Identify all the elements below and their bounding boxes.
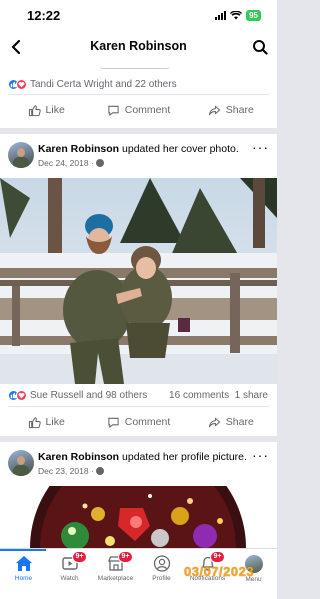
tab-profile-label: Profile [152, 575, 171, 582]
share-label: Share [225, 104, 254, 116]
reaction-icons [8, 78, 27, 90]
active-tab-indicator [0, 549, 46, 551]
globe-icon [95, 159, 104, 167]
status-time: 12:22 [27, 8, 61, 23]
reaction-names: Tandi Certa Wright and 22 others [30, 78, 177, 90]
post-card: Karen Robinson updated her profile pictu… [0, 442, 277, 548]
reaction-names: Sue Russell and 98 others [30, 389, 148, 401]
like-button[interactable]: Like [0, 104, 92, 117]
status-icons: 95 [215, 10, 261, 21]
post-date-text: Dec 24, 2018 · [38, 158, 94, 168]
like-label: Like [45, 416, 65, 428]
winter-family-photo [0, 178, 277, 384]
reaction-summary[interactable]: Tandi Certa Wright and 22 others [0, 74, 277, 94]
action-row: Like Comment Share [0, 95, 277, 125]
profile-picture[interactable] [0, 486, 277, 548]
action-row: Like Comment Share [0, 407, 277, 437]
share-button[interactable]: Share [185, 104, 277, 117]
post-action-text: updated her cover photo. [119, 143, 239, 155]
post-author[interactable]: Karen Robinson [38, 451, 119, 463]
thumbs-up-icon [28, 416, 41, 428]
more-options-icon[interactable]: ··· [252, 448, 269, 462]
avatar[interactable] [8, 142, 34, 168]
tab-marketplace-label: Marketplace [97, 575, 134, 582]
previous-post-card: Tandi Certa Wright and 22 others Like Co… [0, 66, 277, 128]
comment-icon [108, 105, 119, 116]
more-options-icon[interactable]: ··· [252, 140, 269, 154]
post-card: Karen Robinson updated her cover photo. … [0, 134, 277, 436]
share-button[interactable]: Share [185, 416, 277, 429]
comment-button[interactable]: Comment [92, 104, 184, 117]
comment-label: Comment [124, 104, 171, 116]
share-count[interactable]: 1 share [235, 390, 268, 401]
home-icon [15, 556, 32, 571]
love-reaction-icon [16, 78, 27, 90]
avatar[interactable] [8, 450, 34, 476]
watch-badge: 9+ [71, 551, 88, 563]
post-date[interactable]: Dec 24, 2018 · [38, 158, 104, 168]
comment-icon [108, 417, 119, 428]
reaction-icons [8, 389, 27, 401]
globe-icon [95, 467, 104, 475]
post-date[interactable]: Dec 23, 2018 · [38, 466, 104, 476]
page-title: Karen Robinson [90, 39, 187, 53]
post-title: Karen Robinson updated her profile pictu… [38, 451, 247, 463]
notifications-badge: 9+ [209, 551, 226, 563]
battery-indicator: 95 [246, 10, 261, 21]
tab-home-label: Home [14, 575, 33, 582]
share-icon [208, 105, 220, 115]
signal-icon [215, 11, 227, 20]
reaction-summary[interactable]: Sue Russell and 98 others 16 comments 1 … [0, 384, 277, 406]
profile-icon [153, 555, 170, 572]
watch-icon-wrap: 9+ [61, 551, 88, 572]
search-icon[interactable] [252, 38, 268, 56]
wifi-icon [230, 11, 243, 20]
share-icon [208, 417, 220, 427]
marketplace-icon-wrap: 9+ [107, 551, 134, 572]
status-bar: 12:22 95 [0, 0, 277, 30]
cover-photo[interactable] [0, 178, 277, 384]
post-title: Karen Robinson updated her cover photo. [38, 143, 239, 155]
like-button[interactable]: Like [0, 416, 92, 429]
tab-watch-label: Watch [60, 575, 79, 582]
post-header: Karen Robinson updated her cover photo. … [0, 134, 277, 178]
post-author[interactable]: Karen Robinson [38, 143, 119, 155]
comment-count[interactable]: 16 comments [169, 390, 229, 401]
marketplace-badge: 9+ [117, 551, 134, 563]
love-reaction-icon [16, 389, 27, 401]
previous-post-image-edge [0, 66, 277, 74]
engagement-counts: 16 comments 1 share [169, 390, 277, 401]
date-watermark: 03/07/2023 [184, 564, 255, 579]
comment-label: Comment [124, 416, 171, 428]
post-header: Karen Robinson updated her profile pictu… [0, 442, 277, 486]
post-action-text: updated her profile picture. [119, 451, 247, 463]
christmas-ornaments-photo [30, 486, 246, 548]
thumbs-up-icon [28, 104, 41, 116]
share-label: Share [225, 416, 254, 428]
comment-button[interactable]: Comment [92, 416, 184, 429]
like-label: Like [45, 104, 65, 116]
post-date-text: Dec 23, 2018 · [38, 466, 94, 476]
nav-header: Karen Robinson [0, 30, 277, 66]
